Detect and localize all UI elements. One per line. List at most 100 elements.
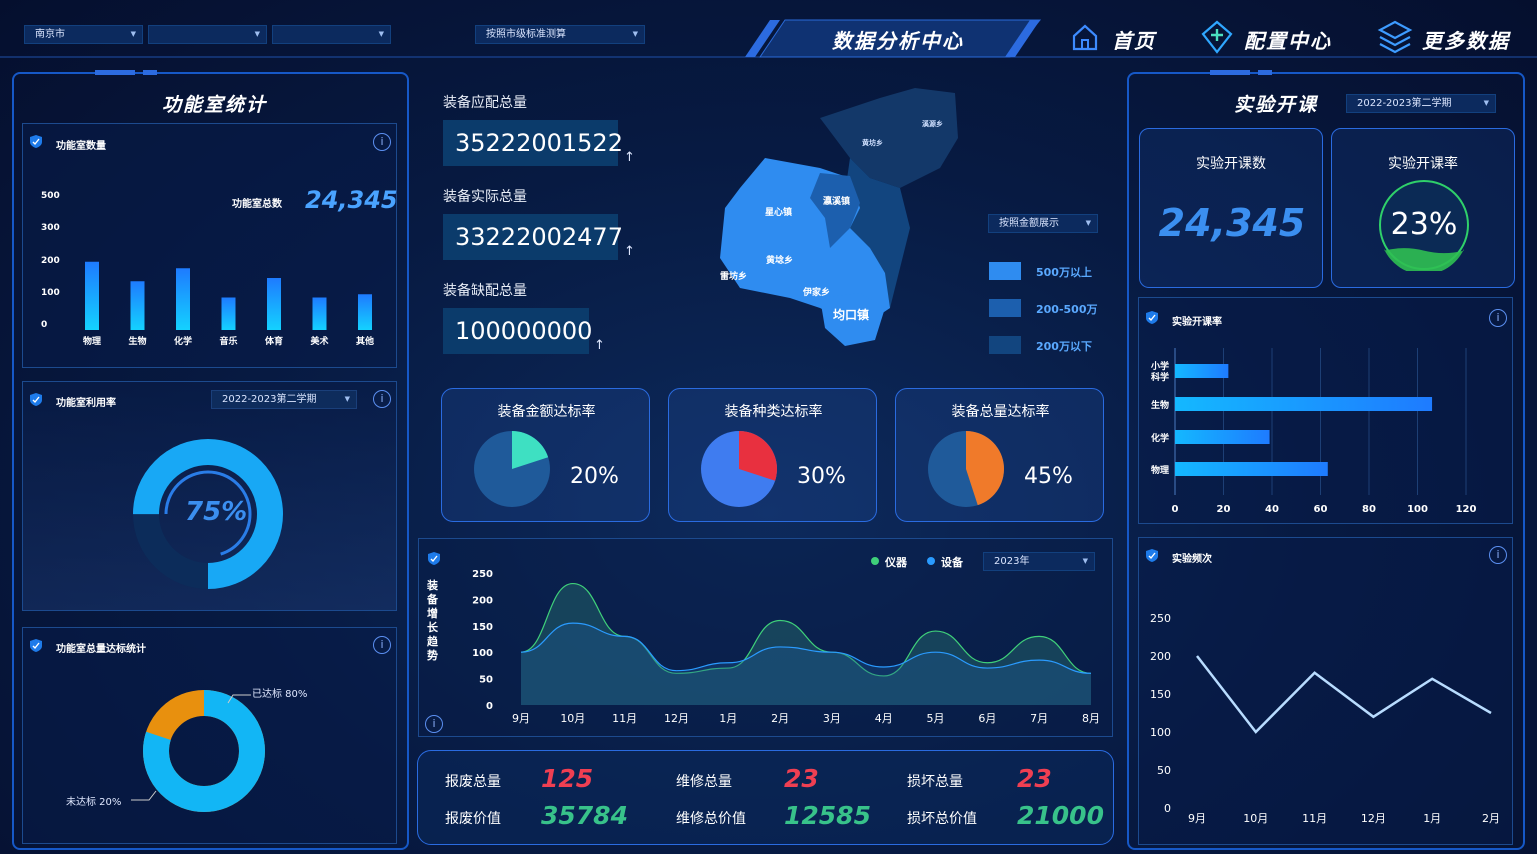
y-tick-label: 150 [472,622,493,633]
stat-label: 维修总价值 [676,811,746,827]
stat-label: 损坏总量 [907,774,963,790]
room-count-chart: 500 300 200 100 0 物理 生物 化学 音乐 体育 美术 其他 [41,191,374,347]
loss-stats-panel [417,750,1114,845]
donut-label-unmet: 未达标 20% [66,797,122,808]
series-line [1196,655,1492,734]
x-tick-label: 10月 [560,712,585,725]
bar [176,268,190,330]
y-tick-label: 化学 [1151,432,1169,444]
donut-label-met: 已达标 80% [252,689,308,700]
shield-icon [428,552,440,565]
room-count-panel: 功能室数量 i 功能室总数 24,345 500 300 200 100 0 物理 生物 化学… [22,123,398,368]
donut-leader-line [131,790,157,801]
bar [1175,430,1270,444]
x-tick-label: 9月 [1188,812,1206,825]
map-town-label[interactable]: 星心镇 [765,205,792,218]
map-town-label[interactable]: 黄埝乡 [766,253,793,266]
freq-panel-title: 实验频次 [1172,554,1212,565]
x-tick-label: 7月 [1030,712,1048,725]
room-count-title: 功能室数量 [56,141,106,152]
rate-card-title: 装备总量达标率 [951,404,1050,420]
legend-swatch [989,262,1021,280]
y-tick-label: 0 [486,701,493,712]
open-rate-card: 实验开课率 23% [1331,128,1515,288]
legend-label: 500万以上 [1036,266,1092,279]
kpi-value: 35222001522 [443,120,623,166]
info-icon[interactable]: i [373,390,391,408]
y-tick-label: 生物 [1151,399,1169,411]
rate-card: 装备金额达标率 20% [441,388,650,522]
bar [1175,364,1229,378]
y-tick-label: 250 [472,569,493,580]
y-tick-label: 250 [1150,612,1171,625]
info-icon[interactable]: i [1489,546,1507,564]
rate-pie-chart [474,431,550,507]
legend-label: 200-500万 [1036,303,1098,316]
x-tick-label: 8月 [1082,712,1100,725]
freq-line-chart: 250 200 150 100 50 0 9月 10月 11月 12月 1月 2月 [1150,612,1500,825]
stat-value: 23 [784,764,819,793]
y-tick-label: 小学 [1150,360,1169,372]
nav-home[interactable]: 首页 [1068,20,1173,56]
x-tick-label: 12月 [664,712,689,725]
map-town-label[interactable]: 均口镇 [833,306,869,323]
info-icon[interactable]: i [425,715,443,733]
x-tick-label: 9月 [512,712,530,725]
nav-more-data[interactable]: 更多数据 [1376,18,1526,56]
x-tick-label: 10月 [1243,812,1268,825]
x-tick-label: 60 [1314,504,1328,515]
legend-swatch [989,299,1021,317]
map-town-label[interactable]: 溪源乡 [922,119,943,129]
y-tick-label: 100 [41,288,60,298]
x-tick-label: 0 [1172,504,1179,515]
usage-term-select[interactable]: 2022-2023第二学期 ▼ [211,390,357,409]
open-count-card: 实验开课数 24,345 [1139,128,1323,288]
freq-panel: 实验频次 i 250 200 150 100 50 0 9月 10月 11月 12月 1月 2月 [1138,537,1513,845]
x-tick-label: 6月 [978,712,996,725]
open-rate-panel: 实验开课率 i 0 20 40 60 80 100 120 小学 科学 生物 化学 物理 [1138,297,1513,524]
y-tick-label: 100 [1150,726,1171,739]
bar [85,261,99,330]
bar [221,297,236,330]
chevron-down-icon: ▼ [1085,219,1091,227]
open-rate-panel-title: 实验开课率 [1172,317,1222,328]
map-legend-select[interactable]: 按照金额展示 ▼ [988,214,1098,233]
stat-label: 报废价值 [445,811,501,827]
stat-label: 报废总量 [445,774,501,790]
info-icon[interactable]: i [1489,309,1507,327]
kpi-value: 100000000 [443,308,592,354]
x-tick-label: 1月 [719,712,737,725]
shield-icon [1146,549,1158,562]
kpi-label: 装备实际总量 [443,189,527,205]
info-icon[interactable]: i [373,133,391,151]
x-tick-label: 120 [1456,504,1477,515]
y-tick-label: 200 [472,595,493,606]
y-tick-label: 150 [1150,688,1171,701]
chevron-down-icon: ▼ [1483,99,1489,107]
y-tick-label: 物理 [1151,464,1169,476]
open-count-value: 24,345 [1158,201,1306,245]
map-town-label[interactable]: 伊家乡 [803,285,830,298]
rate-card-value: 20% [570,464,619,489]
y-tick-label: 100 [472,648,493,659]
x-tick-label: 生物 [128,335,146,347]
y-tick-label: 200 [41,256,60,266]
panel-accent [1258,70,1272,75]
kpi-value: 33222002477 [443,214,623,260]
right-term-select[interactable]: 2022-2023第二学期 ▼ [1346,94,1496,113]
x-tick-label: 20 [1217,504,1231,515]
nav-config[interactable]: 配置中心 [1200,20,1340,56]
y-tick-label: 300 [41,223,60,233]
x-tick-label: 100 [1407,504,1428,515]
map-town-label[interactable]: 瀛溪镇 [823,194,850,207]
y-tick-label: 50 [479,675,493,686]
map-town-label[interactable]: 雷坊乡 [720,269,747,282]
x-tick-label: 化学 [174,335,192,347]
stat-value: 12585 [784,801,871,830]
map-town-label[interactable]: 黄坊乡 [862,138,883,148]
rate-card: 装备种类达标率 30% [668,388,877,522]
page-title: 数据分析中心 [832,29,964,53]
x-tick-label: 80 [1362,504,1376,515]
standard-donut-chart [131,690,265,812]
rate-pie-chart [701,431,777,507]
